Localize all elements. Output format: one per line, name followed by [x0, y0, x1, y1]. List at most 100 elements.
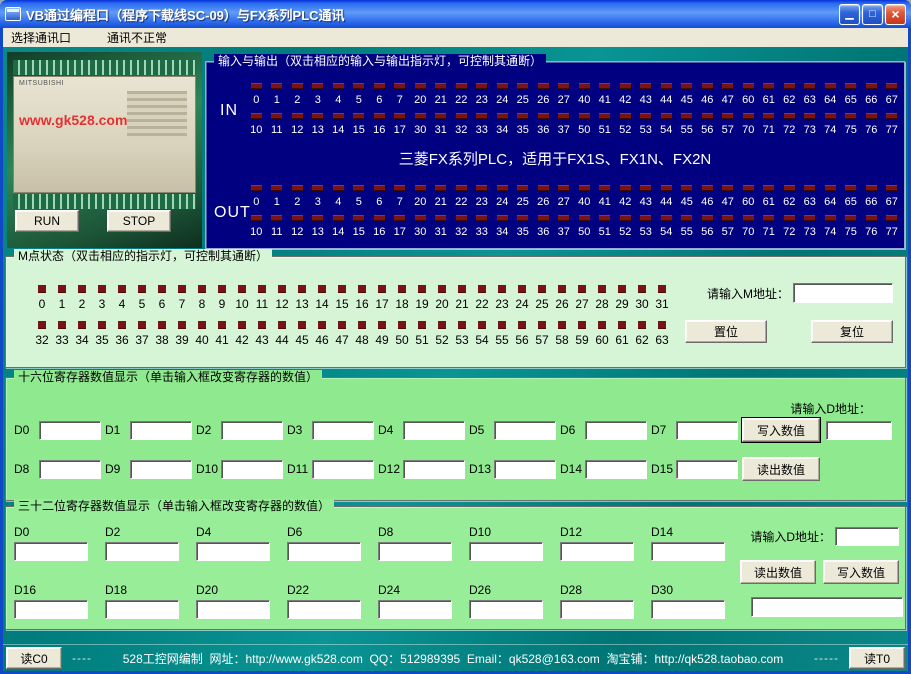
m-light[interactable]	[272, 285, 292, 293]
output-light[interactable]	[308, 214, 329, 221]
output-light[interactable]	[492, 214, 513, 221]
output-light[interactable]	[554, 214, 575, 221]
m-light[interactable]	[332, 321, 352, 329]
m-light[interactable]	[152, 285, 172, 293]
input-light[interactable]	[861, 82, 882, 89]
output-light[interactable]	[267, 214, 288, 221]
input-light[interactable]	[595, 112, 616, 119]
register-value-input[interactable]	[585, 421, 647, 440]
d-address-input-32[interactable]	[835, 527, 899, 546]
register-value-input[interactable]	[676, 421, 738, 440]
register-value-input[interactable]	[651, 600, 725, 619]
m-light[interactable]	[312, 321, 332, 329]
register-value-input[interactable]	[105, 542, 179, 561]
input-light[interactable]	[759, 112, 780, 119]
m-light[interactable]	[452, 285, 472, 293]
m-light[interactable]	[292, 285, 312, 293]
register-value-input[interactable]	[221, 460, 283, 479]
read-c0-button[interactable]: 读C0	[6, 647, 62, 669]
input-light[interactable]	[861, 112, 882, 119]
output-light[interactable]	[431, 214, 452, 221]
m-address-input[interactable]	[793, 283, 893, 303]
register-value-input[interactable]	[469, 542, 543, 561]
output-light[interactable]	[656, 214, 677, 221]
input-light[interactable]	[718, 82, 739, 89]
register-value-input[interactable]	[494, 460, 556, 479]
menu-item-comm-status[interactable]: 通讯不正常	[99, 28, 175, 47]
m-light[interactable]	[312, 285, 332, 293]
register-value-input[interactable]	[14, 542, 88, 561]
title-bar[interactable]: VB通过编程口（程序下载线SC-09）与FX系列PLC通讯 ▁ □ ×	[0, 0, 911, 28]
output-light[interactable]	[328, 214, 349, 221]
input-light[interactable]	[738, 82, 759, 89]
register-value-input[interactable]	[676, 460, 738, 479]
output-light[interactable]	[779, 214, 800, 221]
output-light[interactable]	[472, 214, 493, 221]
register-value-input[interactable]	[378, 542, 452, 561]
m-light[interactable]	[512, 285, 532, 293]
register-value-input[interactable]	[469, 600, 543, 619]
m-light[interactable]	[132, 285, 152, 293]
m-light[interactable]	[532, 321, 552, 329]
m-light[interactable]	[92, 321, 112, 329]
m-light[interactable]	[592, 285, 612, 293]
register-value-input[interactable]	[651, 542, 725, 561]
input-light[interactable]	[677, 112, 698, 119]
input-light[interactable]	[820, 82, 841, 89]
input-light[interactable]	[697, 112, 718, 119]
m-light[interactable]	[392, 285, 412, 293]
m-light[interactable]	[172, 321, 192, 329]
m-light[interactable]	[232, 285, 252, 293]
output-light[interactable]	[287, 184, 308, 191]
write-value-button-16[interactable]: 写入数值	[742, 418, 820, 442]
input-light[interactable]	[308, 112, 329, 119]
input-light[interactable]	[636, 112, 657, 119]
input-light[interactable]	[779, 82, 800, 89]
output-light[interactable]	[533, 214, 554, 221]
m-light[interactable]	[192, 285, 212, 293]
m-light[interactable]	[632, 321, 652, 329]
m-light[interactable]	[472, 285, 492, 293]
maximize-icon[interactable]: □	[862, 4, 883, 25]
output-light[interactable]	[677, 184, 698, 191]
m-light[interactable]	[232, 321, 252, 329]
m-light[interactable]	[412, 285, 432, 293]
m-light[interactable]	[292, 321, 312, 329]
register-value-input[interactable]	[560, 600, 634, 619]
output-light[interactable]	[451, 214, 472, 221]
input-light[interactable]	[390, 112, 411, 119]
register-value-input[interactable]	[14, 600, 88, 619]
output-light[interactable]	[759, 214, 780, 221]
output-light[interactable]	[554, 184, 575, 191]
output-light[interactable]	[861, 214, 882, 221]
input-light[interactable]	[882, 82, 903, 89]
output-light[interactable]	[472, 184, 493, 191]
register-value-input[interactable]	[403, 460, 465, 479]
minimize-icon[interactable]: ▁	[839, 4, 860, 25]
read-value-button-16[interactable]: 读出数值	[742, 457, 820, 481]
set-button[interactable]: 置位	[685, 320, 767, 343]
output-light[interactable]	[451, 184, 472, 191]
register-value-input[interactable]	[287, 542, 361, 561]
output-light[interactable]	[369, 214, 390, 221]
run-button[interactable]: RUN	[15, 210, 79, 232]
output-light[interactable]	[841, 184, 862, 191]
output-light[interactable]	[595, 214, 616, 221]
input-light[interactable]	[656, 82, 677, 89]
input-light[interactable]	[431, 112, 452, 119]
output-light[interactable]	[738, 184, 759, 191]
input-light[interactable]	[533, 82, 554, 89]
m-light[interactable]	[452, 321, 472, 329]
m-light[interactable]	[252, 285, 272, 293]
output-light[interactable]	[308, 184, 329, 191]
output-light[interactable]	[841, 214, 862, 221]
input-light[interactable]	[677, 82, 698, 89]
m-light[interactable]	[372, 285, 392, 293]
output-light[interactable]	[615, 214, 636, 221]
input-light[interactable]	[513, 112, 534, 119]
m-light[interactable]	[352, 321, 372, 329]
input-light[interactable]	[841, 82, 862, 89]
input-light[interactable]	[328, 112, 349, 119]
input-light[interactable]	[451, 112, 472, 119]
m-light[interactable]	[612, 321, 632, 329]
